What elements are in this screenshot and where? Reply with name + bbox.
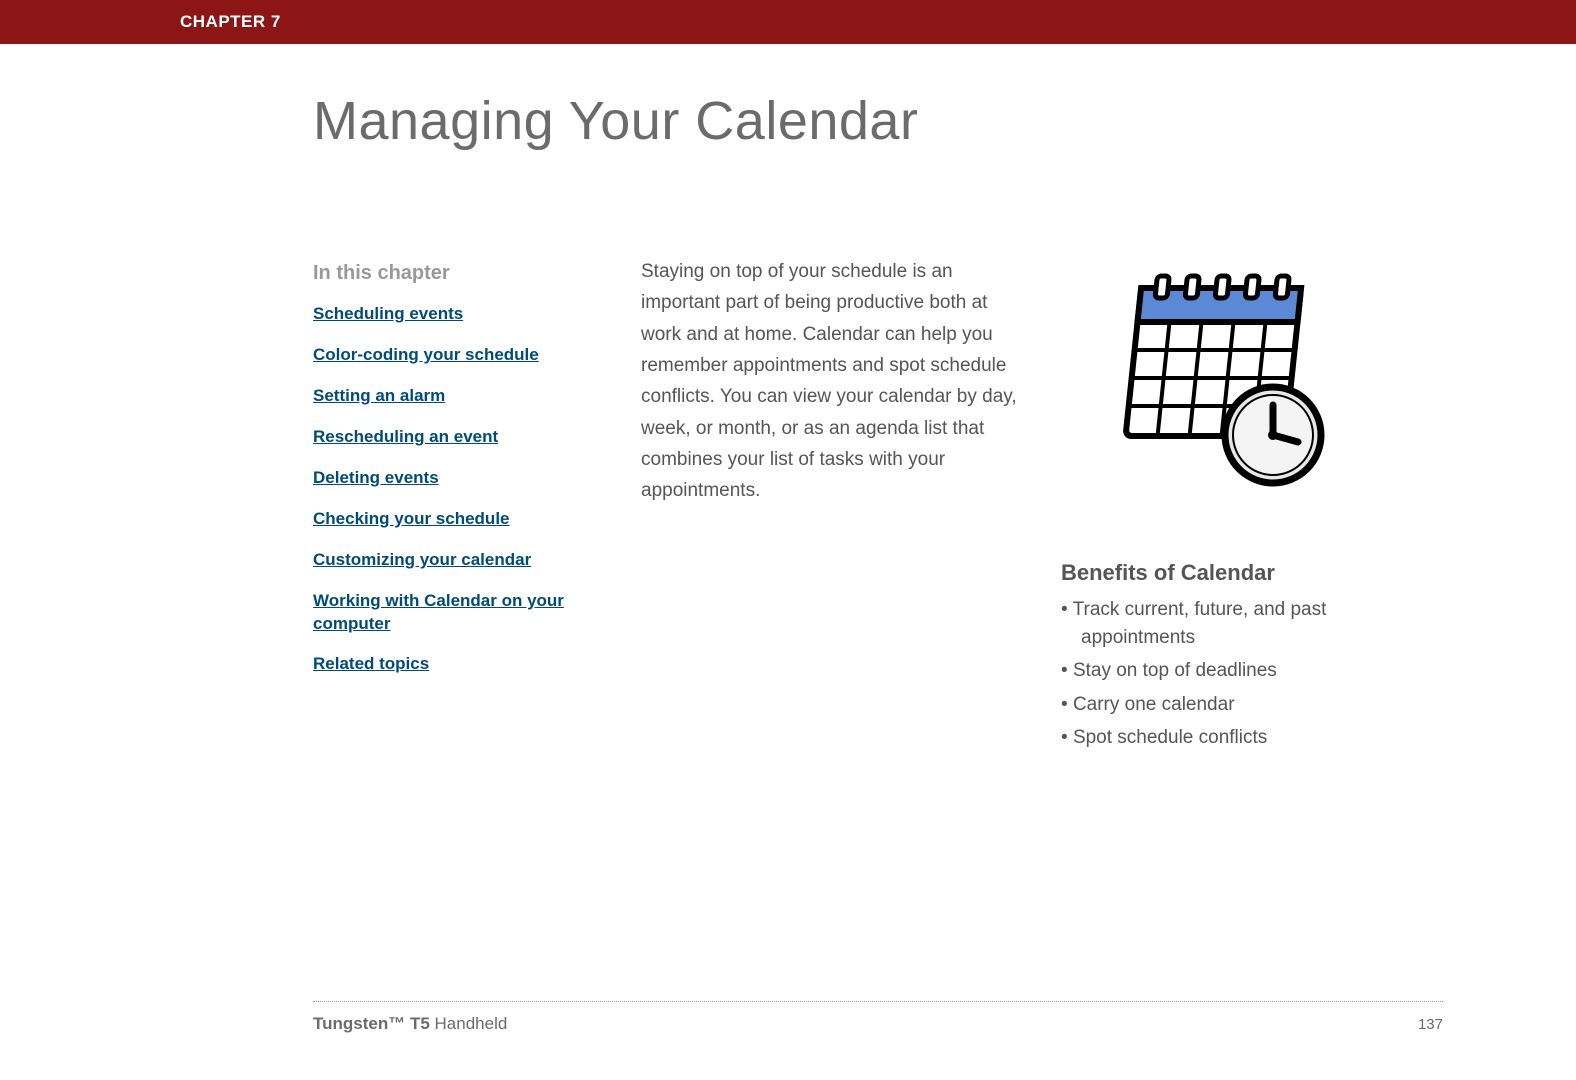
benefits-section: Benefits of Calendar Track current, futu…	[1061, 560, 1441, 758]
benefits-item: Spot schedule conflicts	[1061, 724, 1441, 752]
toc-link-color-coding[interactable]: Color-coding your schedule	[313, 344, 593, 367]
in-this-chapter-sidebar: In this chapter Scheduling events Color-…	[313, 262, 593, 694]
calendar-clock-icon	[1103, 270, 1333, 490]
toc-link-checking-schedule[interactable]: Checking your schedule	[313, 508, 593, 531]
benefits-heading: Benefits of Calendar	[1061, 560, 1441, 586]
toc-link-setting-alarm[interactable]: Setting an alarm	[313, 385, 593, 408]
toc-link-scheduling-events[interactable]: Scheduling events	[313, 303, 593, 326]
product-name: Tungsten™ T5 Handheld	[313, 1014, 507, 1034]
intro-paragraph: Staying on top of your schedule is an im…	[641, 256, 1031, 507]
benefits-item: Stay on top of deadlines	[1061, 657, 1441, 685]
footer: Tungsten™ T5 Handheld 137	[313, 1014, 1443, 1034]
footer-rule	[313, 1001, 1443, 1002]
benefits-item: Track current, future, and past appointm…	[1061, 596, 1441, 651]
header-bar: CHAPTER 7	[0, 0, 1576, 44]
sidebar-heading: In this chapter	[313, 262, 593, 285]
toc-link-related-topics[interactable]: Related topics	[313, 653, 593, 676]
page: CHAPTER 7 Managing Your Calendar In this…	[133, 0, 1443, 1080]
toc-link-deleting-events[interactable]: Deleting events	[313, 467, 593, 490]
benefits-item: Carry one calendar	[1061, 691, 1441, 719]
product-name-rest: Handheld	[430, 1014, 508, 1033]
toc-link-customizing[interactable]: Customizing your calendar	[313, 549, 593, 572]
toc-link-working-computer[interactable]: Working with Calendar on your computer	[313, 590, 593, 636]
chapter-label: CHAPTER 7	[180, 12, 281, 32]
product-name-bold: Tungsten™ T5	[313, 1014, 430, 1033]
toc-link-rescheduling[interactable]: Rescheduling an event	[313, 426, 593, 449]
page-number: 137	[1418, 1016, 1443, 1033]
page-title: Managing Your Calendar	[313, 90, 918, 152]
